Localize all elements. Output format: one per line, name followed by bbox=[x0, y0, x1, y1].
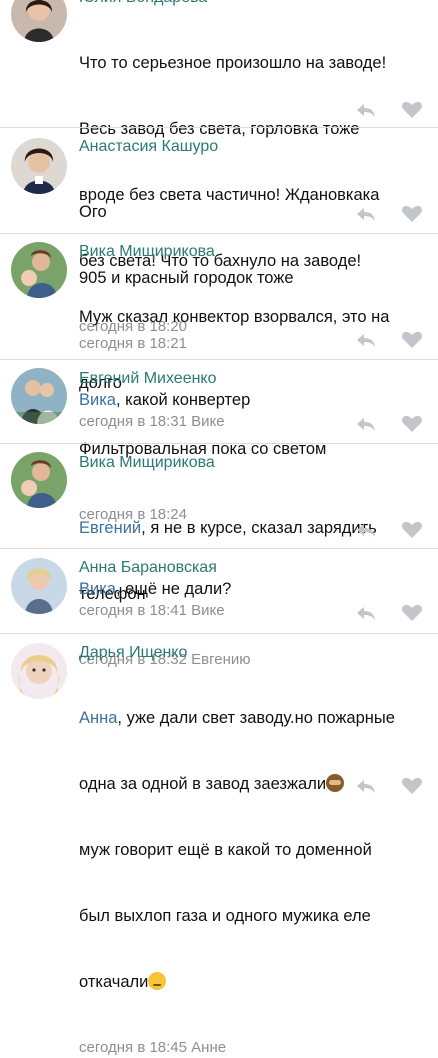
avatar[interactable] bbox=[11, 643, 67, 699]
avatar[interactable] bbox=[11, 558, 67, 614]
comment-text-line: , уже дали свет заводу.но пожарные bbox=[117, 709, 395, 727]
reply-arrow-icon[interactable] bbox=[354, 204, 378, 224]
heart-icon[interactable] bbox=[400, 776, 424, 796]
comment-author[interactable]: Юлия Бондарева bbox=[79, 0, 426, 8]
see-no-evil-monkey-emoji bbox=[326, 774, 345, 792]
mention-link[interactable]: Вика bbox=[79, 391, 116, 409]
comment-timestamp: сегодня в 18:45 Анне bbox=[79, 1039, 227, 1056]
comment-text-line: , я не в курсе, сказал зарядить bbox=[141, 519, 377, 537]
comment-text-line: , какой конвертер bbox=[115, 391, 251, 409]
mention-link[interactable]: Евгений bbox=[79, 519, 141, 537]
comment-author[interactable]: Евгений Михеенко bbox=[79, 369, 426, 389]
comment-actions bbox=[354, 603, 424, 623]
comment-text-line: , ещё не дали? bbox=[115, 580, 232, 598]
comment-actions bbox=[354, 520, 424, 540]
comment-text-line: откачали bbox=[79, 973, 149, 991]
reply-arrow-icon[interactable] bbox=[354, 776, 378, 796]
reply-arrow-icon[interactable] bbox=[354, 603, 378, 623]
comment-actions bbox=[354, 414, 424, 434]
comment-author[interactable]: Дарья Ищенко bbox=[79, 643, 426, 663]
comment-item: Евгений Михеенко Вика, какой конвертер с… bbox=[0, 360, 438, 443]
comment-actions bbox=[354, 330, 424, 350]
comment-item: Анастасия Кашуро Ого 905 и красный город… bbox=[0, 128, 438, 352]
reply-arrow-icon[interactable] bbox=[354, 330, 378, 350]
mention-link[interactable]: Вика bbox=[79, 580, 116, 598]
heart-icon[interactable] bbox=[400, 414, 424, 434]
comment-item: Дарья Ищенко Анна, уже дали свет заводу.… bbox=[0, 634, 438, 1056]
comment-author[interactable]: Вика Мищирикова bbox=[79, 242, 426, 262]
comment-text-line: Что то серьезное произошло на заводе! bbox=[79, 54, 387, 72]
heart-icon[interactable] bbox=[400, 603, 424, 623]
comment-actions bbox=[354, 100, 424, 120]
reply-arrow-icon[interactable] bbox=[354, 520, 378, 540]
pensive-face-emoji bbox=[148, 972, 167, 990]
comment-text-line: муж говорит ещё в какой то доменной bbox=[79, 841, 372, 859]
comment-author[interactable]: Анастасия Кашуро bbox=[79, 137, 426, 157]
comment-author[interactable]: Вика Мищирикова bbox=[79, 453, 426, 473]
comment-text-line: одна за одной в завод заезжали bbox=[79, 775, 327, 793]
avatar[interactable] bbox=[11, 242, 67, 298]
comment-actions bbox=[354, 204, 424, 224]
heart-icon[interactable] bbox=[400, 100, 424, 120]
comment-item: Анна Барановская Вика, ещё не дали? сего… bbox=[0, 549, 438, 633]
comment-item: Вика Мищирикова Евгений, я не в курсе, с… bbox=[0, 444, 438, 668]
comment-text: Вика, ещё не дали? bbox=[79, 578, 426, 600]
heart-icon[interactable] bbox=[400, 520, 424, 540]
reply-arrow-icon[interactable] bbox=[354, 100, 378, 120]
avatar[interactable] bbox=[11, 368, 67, 424]
comment-author[interactable]: Анна Барановская bbox=[79, 558, 426, 578]
heart-icon[interactable] bbox=[400, 204, 424, 224]
comment-text-line: Муж сказал конвектор взорвался, это на bbox=[79, 308, 390, 326]
comment-text: Вика, какой конвертер bbox=[79, 389, 426, 411]
comment-text: Анна, уже дали свет заводу.но пожарные о… bbox=[79, 663, 426, 1037]
comment-text-line: был выхлоп газа и одного мужика еле bbox=[79, 907, 371, 925]
mention-link[interactable]: Анна bbox=[79, 709, 117, 727]
reply-arrow-icon[interactable] bbox=[354, 414, 378, 434]
avatar[interactable] bbox=[11, 0, 67, 42]
comment-item: Вика Мищирикова Муж сказал конвектор взо… bbox=[0, 234, 438, 523]
heart-icon[interactable] bbox=[400, 330, 424, 350]
avatar[interactable] bbox=[11, 452, 67, 508]
comment-actions bbox=[354, 776, 424, 796]
avatar[interactable] bbox=[11, 138, 67, 194]
comment-item: Юлия Бондарева Что то серьезное произошл… bbox=[0, 0, 438, 335]
